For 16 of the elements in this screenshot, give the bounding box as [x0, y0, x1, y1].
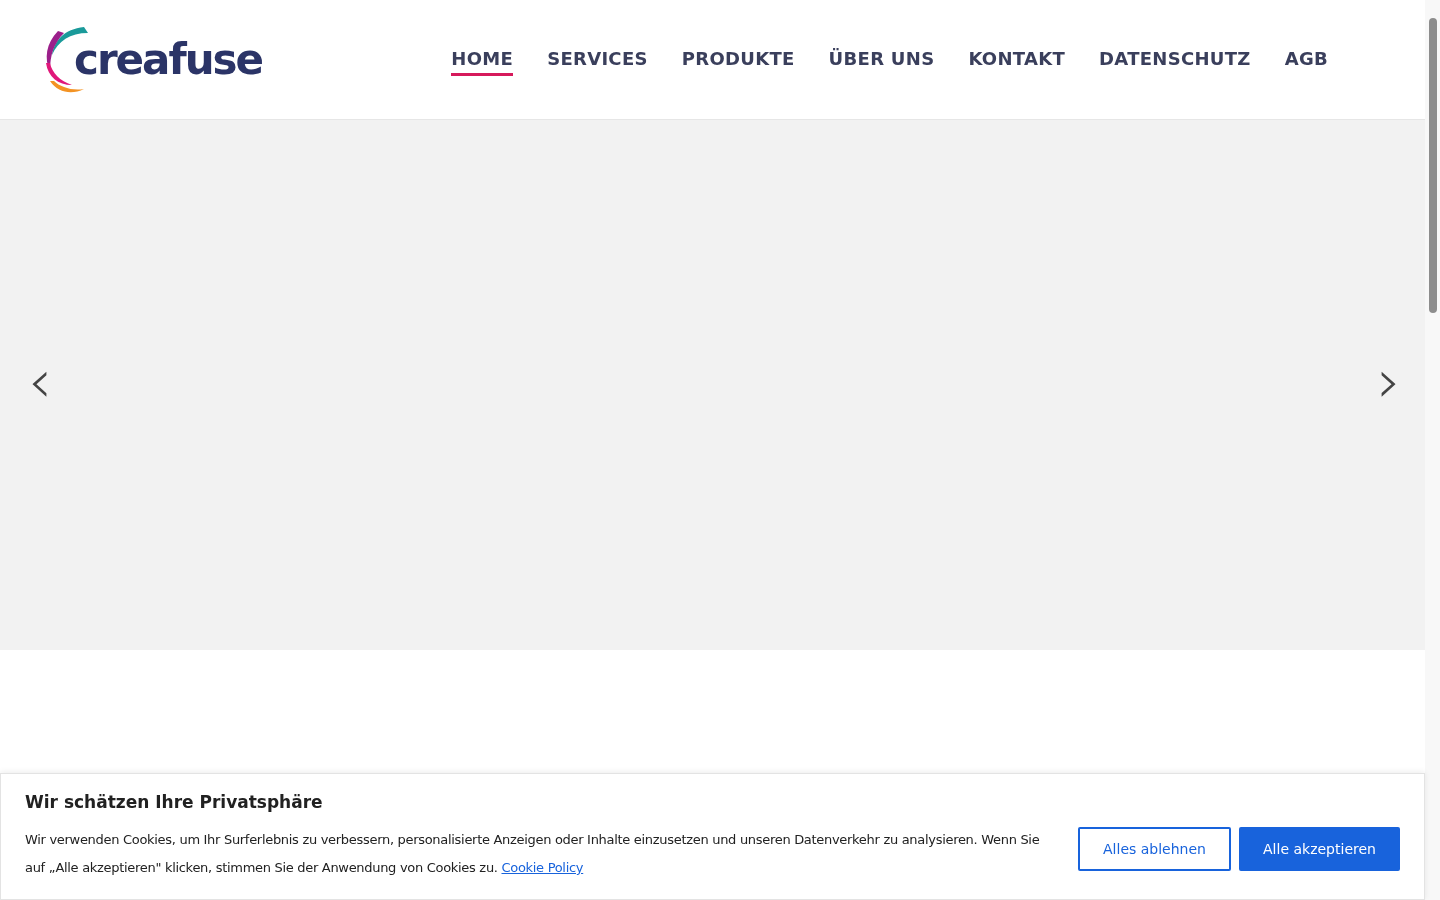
nav-link[interactable]: PRODUKTE [681, 43, 795, 76]
nav-link[interactable]: KONTAKT [968, 43, 1066, 76]
logo-wordmark[interactable]: creafuse [74, 35, 263, 84]
nav-link[interactable]: ÜBER UNS [828, 43, 935, 76]
nav-link[interactable]: AGB [1284, 43, 1328, 76]
nav-link[interactable]: DATENSCHUTZ [1099, 43, 1251, 76]
reject-button[interactable]: Alles ablehnen [1078, 827, 1231, 871]
nav-link[interactable]: SERVICES [547, 43, 648, 76]
banner-title: Wir schätzen Ihre Privatsphäre [25, 792, 323, 812]
next-arrow[interactable]: › [1377, 351, 1401, 419]
scrollbar[interactable] [1425, 0, 1440, 900]
nav-link[interactable]: HOME [451, 43, 514, 76]
accept-button[interactable]: Alle akzeptieren [1239, 827, 1400, 871]
cookie-policy-link[interactable]: Cookie Policy [501, 860, 584, 875]
previous-arrow[interactable]: ‹ [28, 351, 52, 419]
banner-text: Wir verwenden Cookies, um Ihr Surferlebnis zu verbessern, personalisierte Anzeigen oder Inhalte einzusetzen und unseren Datenverkehr zu analysieren. Wenn Sie auf „Alle akzeptieren" klicken, stimmen Sie der Anwendung von Cookies zu. Cookie Policy [25, 831, 1041, 877]
